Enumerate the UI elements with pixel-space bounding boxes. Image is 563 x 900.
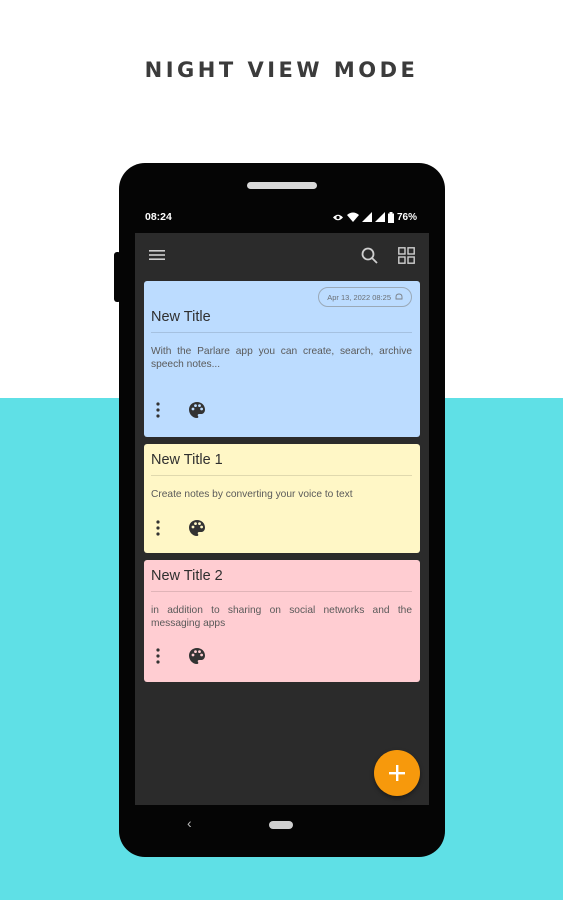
home-pill-icon[interactable] bbox=[269, 821, 293, 829]
palette-icon[interactable] bbox=[188, 519, 206, 537]
add-note-button[interactable] bbox=[374, 750, 420, 796]
system-nav-bar: ‹ bbox=[135, 809, 429, 839]
note-card-2[interactable]: New Title 1 Create notes by converting y… bbox=[144, 444, 420, 553]
note-divider bbox=[151, 591, 412, 592]
page-headline: NIGHT VIEW MODE bbox=[144, 58, 419, 82]
note-date: Apr 13, 2022 08:25 bbox=[327, 292, 391, 302]
note-date-chip[interactable]: Apr 13, 2022 08:25 bbox=[318, 287, 412, 307]
note-card-3[interactable]: New Title 2 in addition to sharing on so… bbox=[144, 560, 420, 682]
status-icons: 76% bbox=[332, 211, 417, 223]
note-card-1[interactable]: Apr 13, 2022 08:25 New Title With the Pa… bbox=[144, 281, 420, 437]
note-actions bbox=[156, 519, 206, 537]
back-icon[interactable]: ‹ bbox=[187, 815, 192, 831]
wifi-icon bbox=[346, 212, 359, 222]
note-body: in addition to sharing on social network… bbox=[151, 605, 412, 629]
note-body: With the Parlare app you can create, sea… bbox=[151, 346, 412, 370]
palette-icon[interactable] bbox=[188, 647, 206, 665]
note-divider bbox=[151, 332, 412, 333]
hamburger-menu-icon[interactable] bbox=[149, 249, 165, 261]
signal-icon-2 bbox=[374, 212, 385, 222]
battery-icon bbox=[387, 211, 394, 223]
eye-icon bbox=[332, 214, 343, 220]
plus-icon bbox=[389, 765, 405, 781]
search-icon[interactable] bbox=[361, 247, 378, 264]
note-actions bbox=[156, 647, 206, 665]
battery-level: 76% bbox=[396, 211, 417, 223]
more-vertical-icon[interactable] bbox=[156, 402, 160, 418]
note-actions bbox=[156, 401, 206, 419]
app-toolbar bbox=[135, 233, 429, 277]
phone-frame: 08:24 76% Apr 13, 2022 08:25 New Title W… bbox=[119, 163, 445, 857]
note-title: New Title bbox=[151, 309, 211, 325]
note-body: Create notes by converting your voice to… bbox=[151, 489, 353, 500]
note-title: New Title 1 bbox=[151, 452, 223, 468]
status-bar: 08:24 76% bbox=[145, 209, 417, 225]
phone-speaker bbox=[247, 182, 317, 189]
status-time: 08:24 bbox=[145, 211, 172, 223]
grid-view-icon[interactable] bbox=[398, 246, 415, 264]
signal-icon bbox=[361, 212, 372, 222]
alarm-icon bbox=[395, 293, 403, 300]
toolbar-actions bbox=[361, 246, 415, 264]
more-vertical-icon[interactable] bbox=[156, 648, 160, 664]
note-title: New Title 2 bbox=[151, 568, 223, 584]
note-divider bbox=[151, 475, 412, 476]
palette-icon[interactable] bbox=[188, 401, 206, 419]
more-vertical-icon[interactable] bbox=[156, 520, 160, 536]
app-screen: Apr 13, 2022 08:25 New Title With the Pa… bbox=[135, 233, 429, 805]
